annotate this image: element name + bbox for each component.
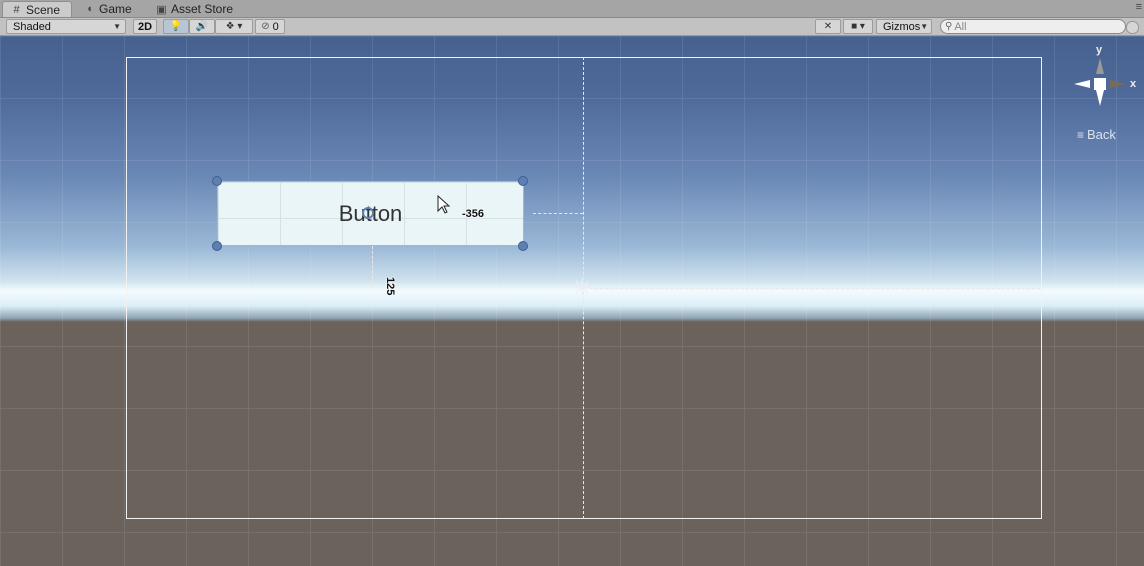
search-value: All	[954, 20, 967, 33]
list-icon: ≡	[1077, 127, 1085, 142]
dropdown-arrow-icon: ▼	[920, 22, 929, 31]
anchor-guide-horizontal	[533, 213, 583, 214]
hidden-objects-count: 0	[272, 20, 279, 33]
tab-game-label: Game	[99, 2, 132, 16]
search-icon: ⚲	[945, 21, 953, 32]
shading-mode-dropdown[interactable]: Shaded ▼	[6, 19, 126, 34]
shading-mode-value: Shaded	[13, 20, 51, 33]
tools-button[interactable]: ✕	[815, 19, 841, 34]
tab-scene-label: Scene	[26, 2, 61, 17]
speaker-icon: 🔊	[195, 21, 209, 32]
eye-slash-icon: ⊘	[261, 21, 270, 32]
axis-y-label: y	[1096, 44, 1103, 56]
tab-game[interactable]: ◖ Game	[76, 1, 146, 17]
scene-viewport[interactable]: ✳ Button -356 125 y x ≡ Back	[0, 36, 1144, 566]
anchor-guide-horizontal-lower	[590, 288, 1040, 289]
anchor-icon[interactable]: ✳	[572, 277, 592, 301]
height-readout: 125	[384, 277, 396, 296]
view-back-button[interactable]: ≡ Back	[1077, 127, 1116, 142]
tab-asset-store-label: Asset Store	[171, 2, 234, 16]
grid-icon: #	[13, 3, 20, 16]
width-readout: -356	[462, 208, 485, 220]
effects-dropdown[interactable]: ❖ ▾	[215, 19, 253, 34]
anchor-guide-vertical	[372, 246, 373, 288]
gizmos-dropdown[interactable]: Gizmos ▼	[876, 19, 932, 34]
bag-icon: ▣	[156, 3, 167, 16]
gizmos-label: Gizmos	[883, 20, 921, 33]
pivot-handle[interactable]	[362, 207, 374, 219]
hidden-objects-toggle[interactable]: ⊘ 0	[255, 19, 285, 34]
2d-mode-label: 2D	[137, 20, 153, 33]
lighting-toggle[interactable]: 💡	[163, 19, 189, 34]
mouse-cursor-icon	[437, 195, 451, 214]
resize-handle-bottom-right[interactable]	[518, 241, 528, 251]
resize-handle-top-left[interactable]	[212, 176, 222, 186]
panel-menu-icon[interactable]: ≡	[1136, 1, 1142, 13]
scene-toolbar: Shaded ▼ 2D 💡 🔊 ❖ ▾ ⊘ 0 ✕ ■ ▾ Gizmos ▼ ⚲…	[0, 18, 1144, 36]
audio-toggle[interactable]: 🔊	[189, 19, 215, 34]
axis-x-label: x	[1130, 78, 1137, 90]
orientation-gizmo[interactable]: y x	[1068, 44, 1140, 116]
back-label: Back	[1087, 127, 1116, 142]
resize-handle-bottom-left[interactable]	[212, 241, 222, 251]
tab-asset-store[interactable]: ▣ Asset Store	[148, 1, 248, 17]
camera-icon: ■ ▾	[851, 21, 865, 32]
scene-search-input[interactable]: ⚲ All	[940, 19, 1139, 34]
resize-handle-top-right[interactable]	[518, 176, 528, 186]
search-clear-icon[interactable]	[1126, 21, 1139, 34]
camera-dropdown[interactable]: ■ ▾	[843, 19, 873, 34]
effects-icon: ❖ ▾	[225, 21, 243, 32]
tab-scene[interactable]: # Scene	[2, 1, 72, 17]
scene-view-tab-bar: # Scene ◖ Game ▣ Asset Store ≡	[0, 0, 1144, 18]
pacman-icon: ◖	[86, 3, 93, 15]
tools-icon: ✕	[823, 21, 833, 32]
2d-mode-toggle[interactable]: 2D	[133, 19, 157, 34]
lightbulb-icon: 💡	[169, 21, 183, 32]
dropdown-arrow-icon: ▼	[113, 22, 121, 31]
